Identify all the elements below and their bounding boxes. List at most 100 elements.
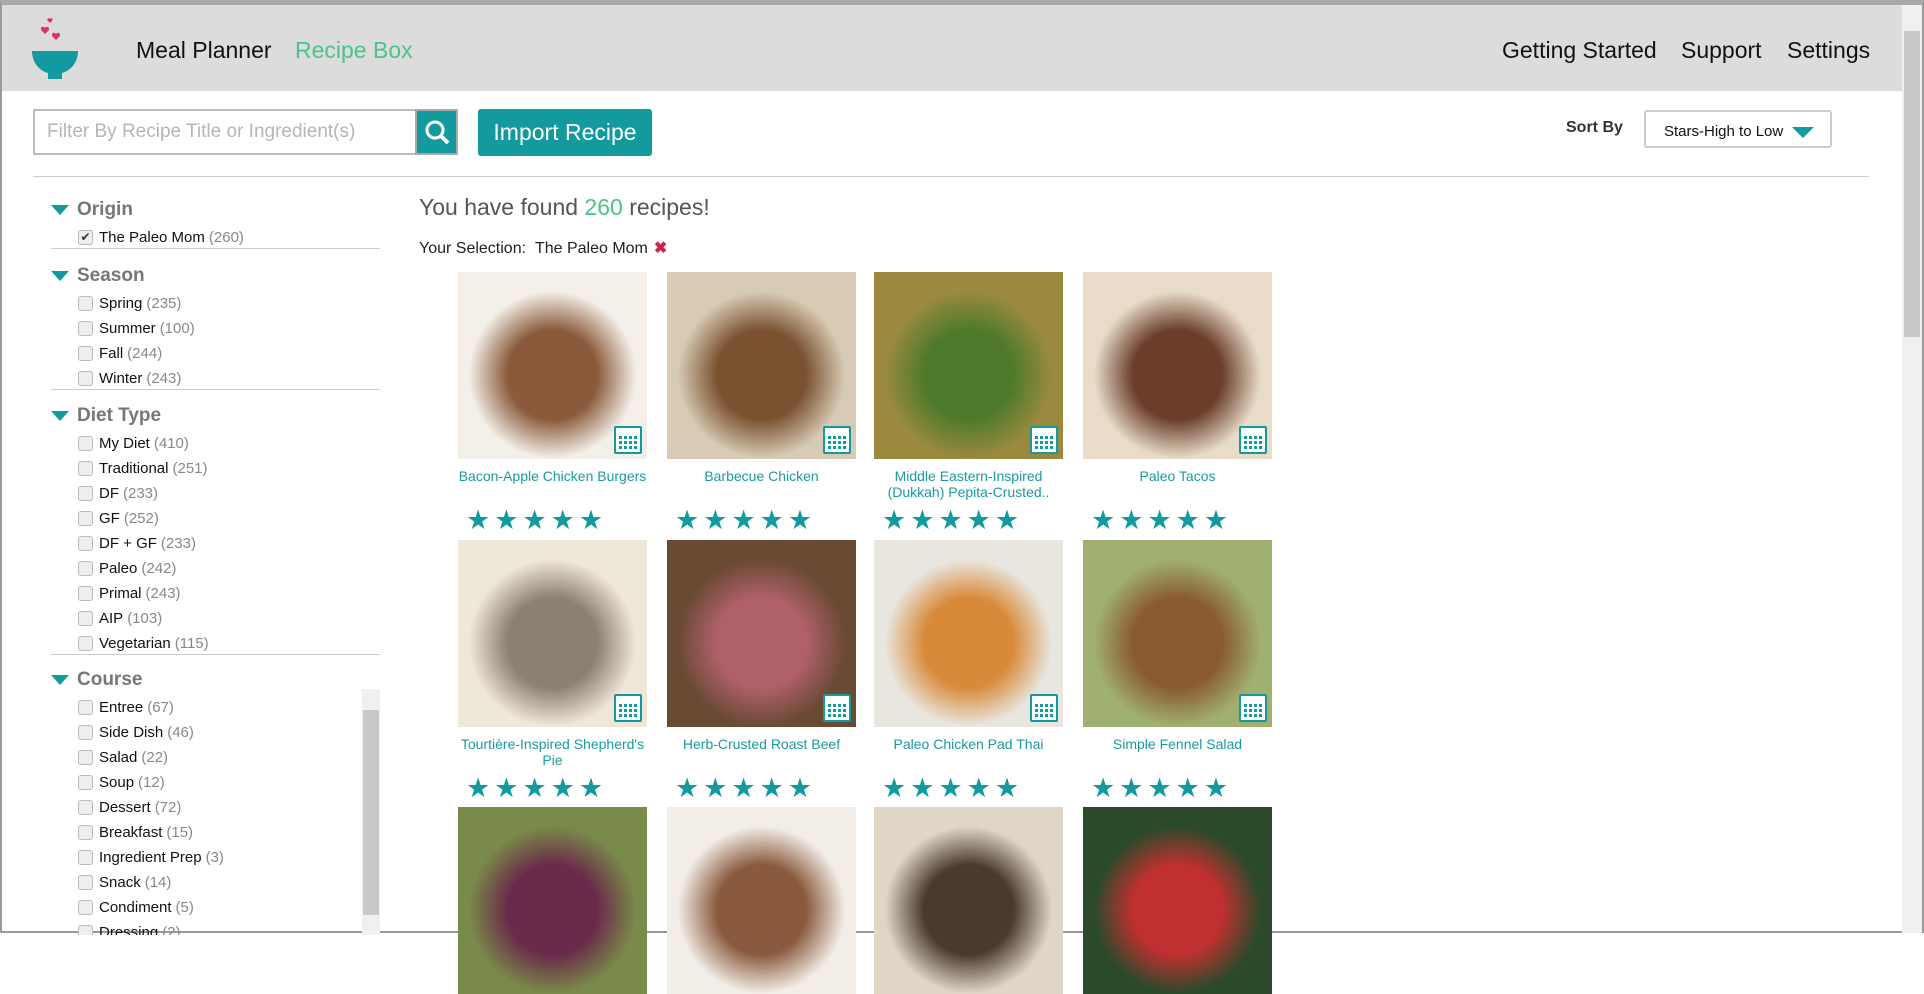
recipe-title[interactable]: Herb-Crusted Roast Beef xyxy=(667,736,856,768)
page-scrollbar[interactable] xyxy=(1902,5,1922,933)
recipe-card[interactable]: Simple Fennel Salad ★★★★★ xyxy=(1083,540,1272,804)
course-list-scrollbar[interactable] xyxy=(362,689,380,935)
nav-support[interactable]: Support xyxy=(1681,37,1762,64)
recipe-card[interactable]: Paleo Chicken Pad Thai ★★★★★ xyxy=(874,540,1063,804)
recipe-title[interactable]: Tourtière-Inspired Shepherd's Pie xyxy=(458,736,647,768)
recipe-image[interactable] xyxy=(667,807,856,994)
star-rating[interactable]: ★★★★★ xyxy=(874,773,1063,804)
filter-option[interactable]: Entree (67) xyxy=(78,697,174,717)
filter-option[interactable]: Condiment (5) xyxy=(78,897,194,917)
star-rating[interactable]: ★★★★★ xyxy=(1083,505,1272,536)
filter-option[interactable]: Winter (243) xyxy=(78,368,181,388)
recipe-image[interactable] xyxy=(874,540,1063,727)
recipe-title[interactable]: Barbecue Chicken xyxy=(667,468,856,500)
recipe-image[interactable] xyxy=(458,807,647,994)
checkbox[interactable] xyxy=(78,610,93,626)
filter-option[interactable]: Soup (12) xyxy=(78,772,165,792)
recipe-filter-input[interactable] xyxy=(33,109,417,155)
checkbox[interactable] xyxy=(78,899,93,915)
checkbox[interactable] xyxy=(78,560,93,576)
recipe-title[interactable]: Middle Eastern-Inspired (Dukkah) Pepita-… xyxy=(874,468,1063,500)
filter-option[interactable]: DF + GF (233) xyxy=(78,533,196,553)
star-rating[interactable]: ★★★★★ xyxy=(1083,773,1272,804)
filter-option[interactable]: GF (252) xyxy=(78,508,159,528)
checkbox[interactable] xyxy=(78,510,93,526)
nav-settings[interactable]: Settings xyxy=(1787,37,1870,64)
recipe-image[interactable] xyxy=(1083,807,1272,994)
star-rating[interactable]: ★★★★★ xyxy=(458,773,647,804)
recipe-card[interactable] xyxy=(1083,807,1272,994)
filter-option[interactable]: Breakfast (15) xyxy=(78,822,193,842)
checkbox[interactable] xyxy=(78,799,93,815)
add-to-calendar-icon[interactable] xyxy=(1239,426,1267,454)
recipe-card[interactable]: Herb-Crusted Roast Beef ★★★★★ xyxy=(667,540,856,804)
checkbox[interactable] xyxy=(78,460,93,476)
checkbox[interactable] xyxy=(78,924,93,935)
checkbox[interactable] xyxy=(78,585,93,601)
filter-option[interactable]: DF (233) xyxy=(78,483,158,503)
recipe-card[interactable] xyxy=(458,807,647,994)
checkbox[interactable] xyxy=(78,874,93,890)
recipe-image[interactable] xyxy=(458,540,647,727)
filter-option[interactable]: My Diet (410) xyxy=(78,433,189,453)
import-recipe-button[interactable]: Import Recipe xyxy=(478,109,652,156)
star-rating[interactable]: ★★★★★ xyxy=(667,773,856,804)
recipe-image[interactable] xyxy=(874,272,1063,459)
checkbox[interactable] xyxy=(78,345,93,361)
recipe-image[interactable] xyxy=(667,540,856,727)
add-to-calendar-icon[interactable] xyxy=(1030,694,1058,722)
checkbox[interactable] xyxy=(78,749,93,765)
recipe-title[interactable]: Bacon-Apple Chicken Burgers xyxy=(458,468,647,500)
checkbox[interactable] xyxy=(78,295,93,311)
star-rating[interactable]: ★★★★★ xyxy=(667,505,856,536)
checkbox[interactable] xyxy=(78,435,93,451)
recipe-title[interactable]: Paleo Tacos xyxy=(1083,468,1272,500)
recipe-image[interactable] xyxy=(667,272,856,459)
add-to-calendar-icon[interactable] xyxy=(1239,694,1267,722)
scrollbar-thumb[interactable] xyxy=(363,710,379,915)
search-button[interactable] xyxy=(415,109,458,155)
remove-selection-icon[interactable]: ✖ xyxy=(654,240,667,257)
filter-section-origin[interactable]: Origin xyxy=(51,199,133,221)
recipe-card[interactable]: Bacon-Apple Chicken Burgers ★★★★★ xyxy=(458,272,647,536)
checkbox[interactable] xyxy=(78,535,93,551)
recipe-image[interactable] xyxy=(1083,540,1272,727)
filter-option[interactable]: AIP (103) xyxy=(78,608,162,628)
filter-section-season[interactable]: Season xyxy=(51,265,145,287)
recipe-image[interactable] xyxy=(1083,272,1272,459)
add-to-calendar-icon[interactable] xyxy=(614,426,642,454)
filter-option[interactable]: Spring (235) xyxy=(78,293,181,313)
filter-option[interactable]: Paleo (242) xyxy=(78,558,176,578)
checkbox[interactable]: ✔ xyxy=(78,229,93,245)
recipe-card[interactable] xyxy=(667,807,856,994)
filter-option[interactable]: Primal (243) xyxy=(78,583,181,603)
checkbox[interactable] xyxy=(78,724,93,740)
filter-option[interactable]: Dessert (72) xyxy=(78,797,181,817)
recipe-card[interactable] xyxy=(874,807,1063,994)
recipe-title[interactable]: Paleo Chicken Pad Thai xyxy=(874,736,1063,768)
recipe-title[interactable]: Simple Fennel Salad xyxy=(1083,736,1272,768)
filter-option[interactable]: Fall (244) xyxy=(78,343,162,363)
filter-option[interactable]: Vegetarian (115) xyxy=(78,633,209,653)
add-to-calendar-icon[interactable] xyxy=(823,694,851,722)
star-rating[interactable]: ★★★★★ xyxy=(458,505,647,536)
filter-option[interactable]: Ingredient Prep (3) xyxy=(78,847,224,867)
filter-section-course[interactable]: Course xyxy=(51,669,142,691)
nav-recipe-box[interactable]: Recipe Box xyxy=(295,37,413,64)
recipe-card[interactable]: Barbecue Chicken ★★★★★ xyxy=(667,272,856,536)
filter-option[interactable]: Traditional (251) xyxy=(78,458,208,478)
checkbox[interactable] xyxy=(78,774,93,790)
bowl-hearts-logo[interactable] xyxy=(28,17,84,85)
filter-section-diet-type[interactable]: Diet Type xyxy=(51,405,161,427)
filter-option[interactable]: Dressing (2) xyxy=(78,922,181,935)
recipe-card[interactable]: Paleo Tacos ★★★★★ xyxy=(1083,272,1272,536)
filter-option[interactable]: Summer (100) xyxy=(78,318,195,338)
checkbox[interactable] xyxy=(78,485,93,501)
recipe-card[interactable]: Tourtière-Inspired Shepherd's Pie ★★★★★ xyxy=(458,540,647,804)
checkbox[interactable] xyxy=(78,824,93,840)
filter-option[interactable]: Snack (14) xyxy=(78,872,171,892)
filter-option[interactable]: Salad (22) xyxy=(78,747,168,767)
checkbox[interactable] xyxy=(78,635,93,651)
nav-meal-planner[interactable]: Meal Planner xyxy=(136,37,272,64)
scrollbar-thumb[interactable] xyxy=(1904,31,1920,337)
